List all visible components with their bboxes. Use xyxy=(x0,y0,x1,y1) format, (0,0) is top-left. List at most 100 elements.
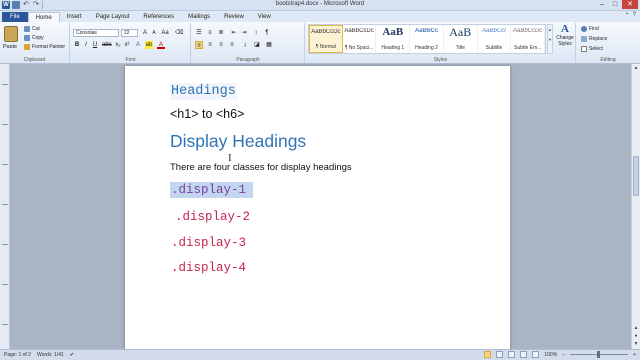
style-sample: AaBbCcI xyxy=(482,28,506,34)
underline-icon[interactable]: U xyxy=(91,41,99,49)
grow-font-icon[interactable]: A xyxy=(141,29,149,37)
doc-class-display-4[interactable]: .display-4 xyxy=(170,260,247,276)
style-sample: AaBbCc xyxy=(414,28,439,34)
next-page-icon[interactable]: ▼ xyxy=(632,340,640,348)
increase-indent-icon[interactable]: ⇥ xyxy=(240,29,248,37)
browse-object-icon[interactable]: ● xyxy=(632,332,640,340)
tab-page-layout[interactable]: Page Layout xyxy=(89,12,137,22)
draft-view-icon[interactable] xyxy=(532,351,540,358)
numbering-icon[interactable]: ≡ xyxy=(206,29,214,37)
tab-file[interactable]: File xyxy=(2,12,28,22)
paste-icon[interactable] xyxy=(4,26,18,42)
borders-icon[interactable]: ▦ xyxy=(265,41,273,49)
line-spacing-icon[interactable]: ↨ xyxy=(241,41,249,49)
style-name: Subtle Em... xyxy=(514,45,542,51)
zoom-out-icon[interactable]: − xyxy=(562,352,565,358)
help-icon[interactable]: ? xyxy=(633,12,636,19)
style-name: Heading 2 xyxy=(415,45,438,51)
scroll-up-icon[interactable]: ▲ xyxy=(632,64,640,72)
text-effects-icon[interactable]: A xyxy=(134,41,142,49)
format-painter-button[interactable]: Format Painter xyxy=(24,44,65,50)
zoom-in-icon[interactable]: + xyxy=(633,352,636,358)
shading-icon[interactable]: ◪ xyxy=(253,41,261,49)
copy-button[interactable]: Copy xyxy=(24,35,44,41)
find-button[interactable]: Find xyxy=(581,26,599,32)
proofing-icon[interactable]: ✔ xyxy=(70,352,74,358)
maximize-button[interactable]: □ xyxy=(609,0,621,9)
print-layout-view-icon[interactable] xyxy=(484,351,492,358)
tab-insert[interactable]: Insert xyxy=(60,12,89,22)
align-left-icon[interactable]: ≡ xyxy=(195,41,203,49)
word-count[interactable]: Words: 1/41 xyxy=(37,352,64,358)
cut-button[interactable]: Cut xyxy=(24,26,40,32)
decrease-indent-icon[interactable]: ⇤ xyxy=(230,29,238,37)
zoom-slider-knob[interactable] xyxy=(597,351,601,358)
justify-icon[interactable]: ≡ xyxy=(228,41,236,49)
page-count[interactable]: Page: 1 of 2 xyxy=(4,352,31,358)
minimize-ribbon-icon[interactable]: ⌃ xyxy=(625,12,630,19)
doc-body-text[interactable]: There are four classes for display headi… xyxy=(170,162,352,173)
scroll-thumb[interactable] xyxy=(633,156,639,196)
paste-button[interactable]: Paste xyxy=(3,44,17,50)
tab-references[interactable]: References xyxy=(136,12,181,22)
font-name-field[interactable]: Consolas xyxy=(73,29,119,37)
doc-heading-range[interactable]: <h1> to <h6> xyxy=(170,107,244,121)
doc-display-headings-title[interactable]: Display Headings xyxy=(170,131,306,152)
document-area: Headings <h1> to <h6> Display Headings T… xyxy=(0,64,640,356)
style-sample: AaB xyxy=(382,26,404,38)
doc-class-display-2[interactable]: .display-2 xyxy=(174,209,251,225)
zoom-level[interactable]: 100% xyxy=(544,352,557,358)
multilevel-list-icon[interactable]: ≣ xyxy=(217,29,225,37)
close-button[interactable]: ✕ xyxy=(622,0,638,9)
strikethrough-icon[interactable]: abc xyxy=(102,41,112,49)
show-formatting-icon[interactable]: ¶ xyxy=(263,29,271,37)
vertical-scrollbar[interactable]: ▲ ▲ ● ▼ xyxy=(631,64,640,349)
superscript-icon[interactable]: x² xyxy=(123,41,131,49)
bullets-icon[interactable]: ☰ xyxy=(195,29,203,37)
font-group: Consolas 22 A A Aa ⌫ B I U abc x₂ x² A a… xyxy=(71,23,191,63)
tab-mailings[interactable]: Mailings xyxy=(181,12,217,22)
styles-gallery-scroll[interactable]: ▲ ▼ xyxy=(547,24,553,54)
shrink-font-icon[interactable]: A xyxy=(150,29,158,37)
align-right-icon[interactable]: ≡ xyxy=(217,41,225,49)
replace-button[interactable]: Replace xyxy=(581,36,607,42)
font-size-field[interactable]: 22 xyxy=(121,29,138,37)
change-styles-button[interactable]: A Change Styles xyxy=(555,24,575,47)
outline-view-icon[interactable] xyxy=(520,351,528,358)
style-no-spacing[interactable]: AaBbCcDc ¶ No Spaci... xyxy=(343,25,377,53)
bold-icon[interactable]: B xyxy=(73,41,81,49)
web-layout-icon[interactable] xyxy=(508,351,516,358)
clear-formatting-icon[interactable]: ⌫ xyxy=(175,29,183,37)
style-normal[interactable]: AaBbCcDc ¶ Normal xyxy=(309,25,343,53)
binoculars-icon xyxy=(581,26,587,32)
document-page[interactable]: Headings <h1> to <h6> Display Headings T… xyxy=(125,66,510,356)
change-case-icon[interactable]: Aa xyxy=(161,29,169,37)
tab-home[interactable]: Home xyxy=(27,12,60,22)
align-center-icon[interactable]: ≡ xyxy=(206,41,214,49)
highlight-icon[interactable]: ab xyxy=(145,41,153,49)
tab-review[interactable]: Review xyxy=(217,12,251,22)
minimize-button[interactable]: – xyxy=(596,0,608,9)
subscript-icon[interactable]: x₂ xyxy=(114,41,122,49)
font-color-icon[interactable]: A xyxy=(157,41,165,49)
copy-icon xyxy=(24,35,30,41)
italic-icon[interactable]: I xyxy=(82,41,90,49)
select-button[interactable]: Select xyxy=(581,46,603,52)
style-heading-2[interactable]: AaBbCc Heading 2 xyxy=(410,25,444,53)
style-subtle-emphasis[interactable]: AaBbCcDc Subtle Em... xyxy=(511,25,546,53)
style-subtitle[interactable]: AaBbCcI Subtitle xyxy=(478,25,512,53)
style-title[interactable]: AaB Title xyxy=(444,25,478,53)
previous-page-icon[interactable]: ▲ xyxy=(632,324,640,332)
style-sample: AaBbCcDc xyxy=(311,29,341,35)
doc-class-display-3[interactable]: .display-3 xyxy=(170,235,247,251)
doc-class-display-1-selected[interactable]: .display-1 xyxy=(170,182,254,198)
doc-heading-headings[interactable]: Headings xyxy=(170,83,237,100)
style-heading-1[interactable]: AaB Heading 1 xyxy=(376,25,411,53)
ruler-tick xyxy=(2,84,8,85)
editing-group: Find Replace Select Editing xyxy=(577,23,639,63)
zoom-slider[interactable] xyxy=(570,351,629,358)
scissors-icon xyxy=(24,26,30,32)
full-screen-reading-icon[interactable] xyxy=(496,351,504,358)
tab-view[interactable]: View xyxy=(251,12,278,22)
sort-icon[interactable]: ↕ xyxy=(252,29,260,37)
